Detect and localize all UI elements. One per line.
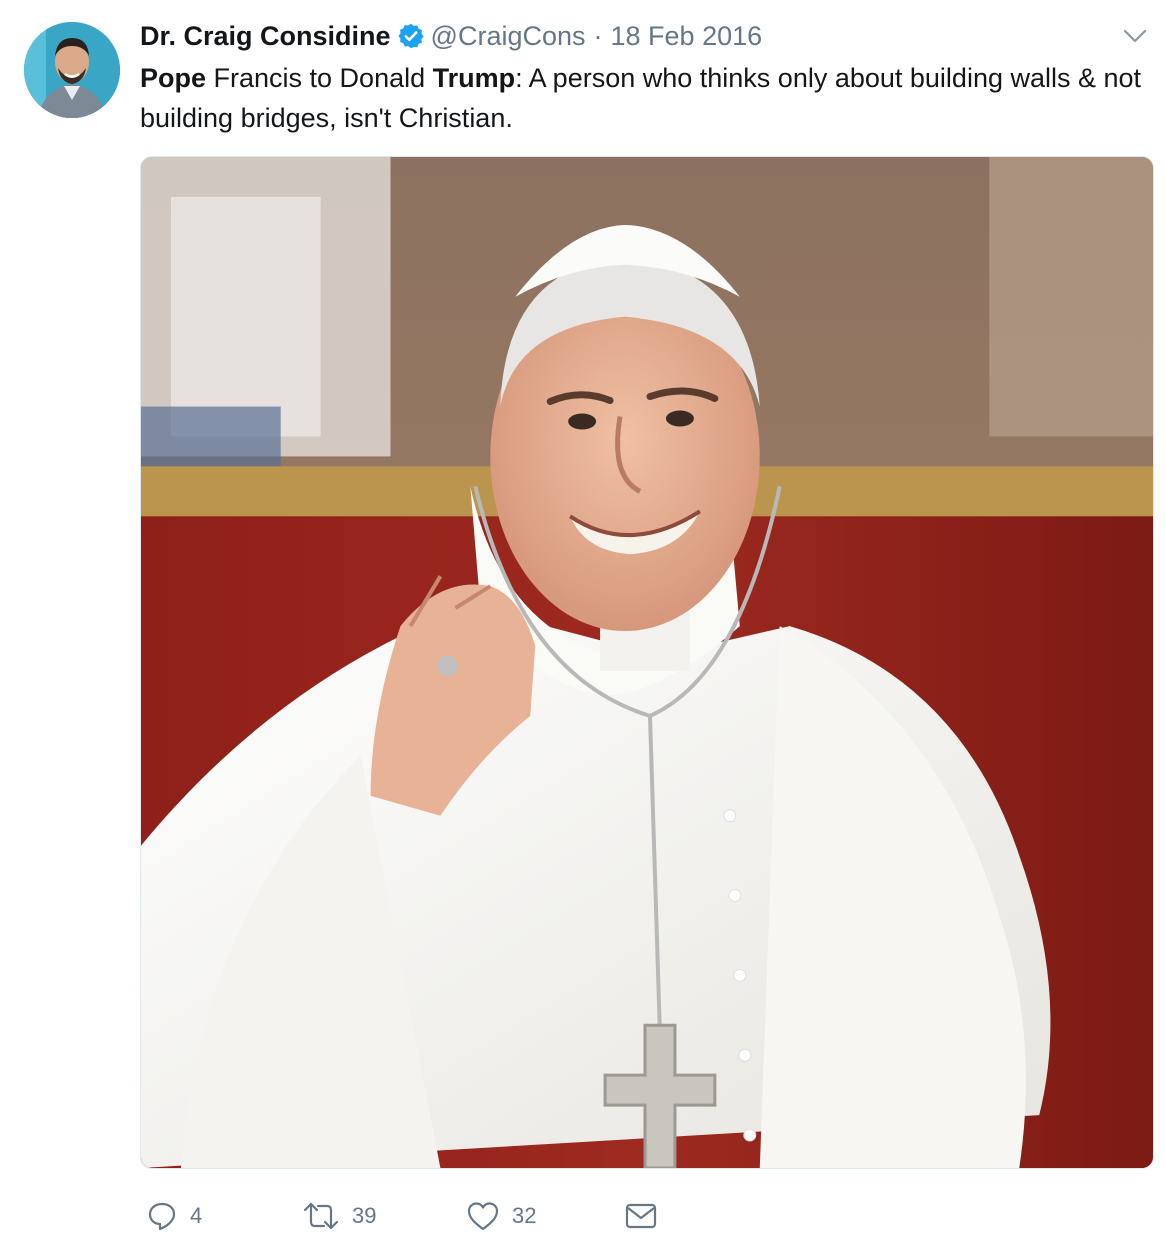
tweet-text-segment: Francis to Donald [206, 63, 433, 93]
separator-dot: · [593, 20, 603, 51]
direct-message-button[interactable] [624, 1196, 658, 1236]
avatar-photo [24, 22, 120, 118]
avatar[interactable] [24, 22, 120, 118]
tweet-text-trump[interactable]: Trump [433, 63, 516, 93]
reply-button[interactable]: 4 [146, 1196, 202, 1236]
chevron-down-icon[interactable] [1122, 26, 1148, 46]
like-count: 32 [512, 1203, 537, 1228]
tweet-header: Dr. Craig Considine @CraigCons · 18 Feb … [140, 18, 762, 54]
display-name[interactable]: Dr. Craig Considine [140, 21, 391, 52]
tweet-text: Pope Francis to Donald Trump: A person w… [140, 58, 1152, 138]
retweet-button[interactable]: 39 [302, 1196, 376, 1236]
tweet-date[interactable]: 18 Feb 2016 [611, 21, 763, 52]
heart-icon [466, 1200, 500, 1232]
handle[interactable]: @CraigCons [431, 21, 586, 52]
reply-icon [146, 1200, 178, 1232]
reply-count: 4 [190, 1203, 203, 1228]
tweet-actions: 4 39 32 [140, 1196, 1140, 1236]
tweet-text-pope[interactable]: Pope [140, 63, 206, 93]
like-button[interactable]: 32 [466, 1196, 536, 1236]
retweet-count: 39 [352, 1203, 377, 1228]
retweet-icon [302, 1200, 340, 1232]
tweet[interactable]: Dr. Craig Considine @CraigCons · 18 Feb … [0, 0, 1166, 1254]
tweet-photo[interactable] [140, 156, 1154, 1169]
envelope-icon [624, 1200, 658, 1232]
verified-badge-icon [397, 22, 425, 50]
